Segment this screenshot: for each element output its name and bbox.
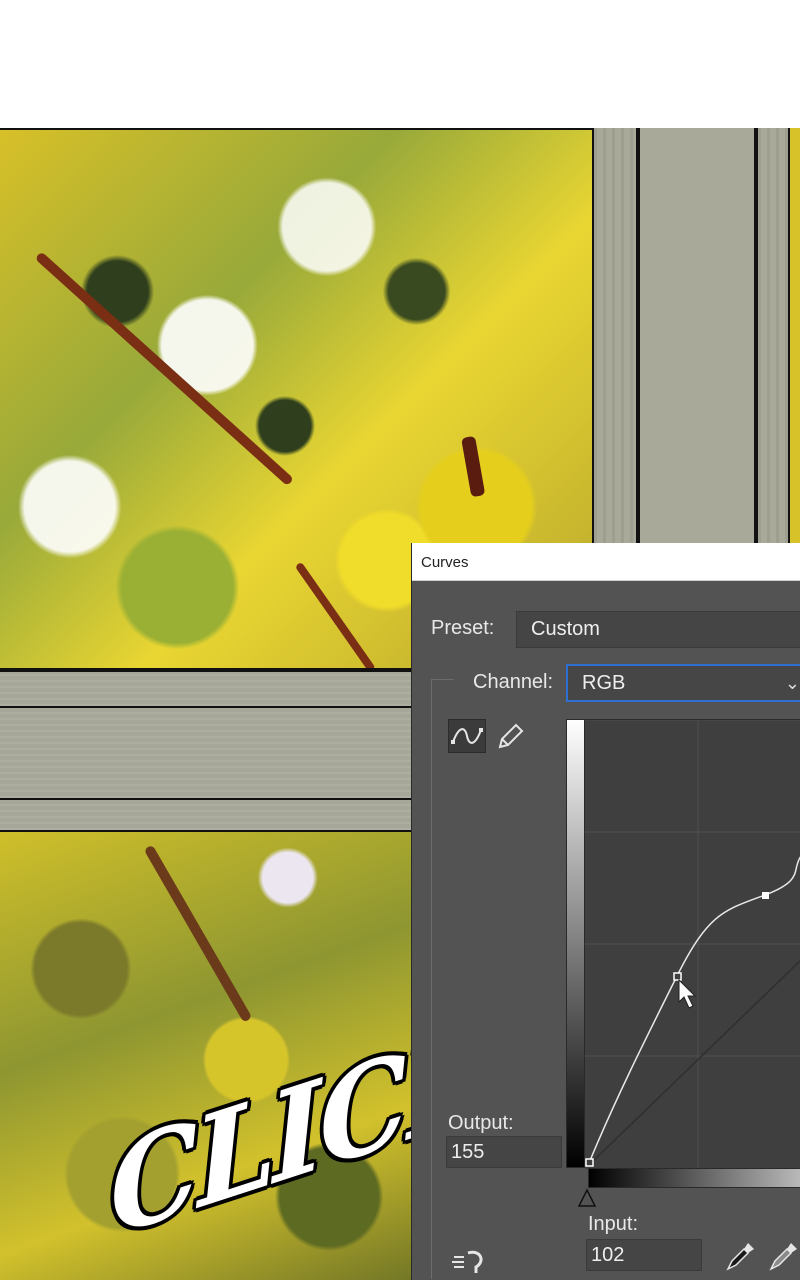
- preset-value: Custom: [531, 618, 600, 640]
- input-value: 102: [591, 1244, 625, 1266]
- tree-branch: [143, 844, 253, 1023]
- output-label: Output:: [448, 1112, 514, 1134]
- curve-edit-icon: [451, 728, 483, 744]
- gray-band: [0, 706, 412, 800]
- input-gradient-bar: [588, 1168, 800, 1188]
- input-label: Input:: [588, 1213, 639, 1235]
- channel-select[interactable]: RGB ⌄: [566, 664, 800, 702]
- chevron-down-icon: ⌄: [784, 673, 800, 693]
- preset-select[interactable]: Custom: [516, 611, 800, 648]
- gray-strip: [638, 128, 756, 548]
- curves-dialog: Curves Preset: Custom Channel: RGB ⌄ Out…: [411, 543, 800, 1280]
- curve-point-selected[interactable]: [673, 972, 682, 981]
- channel-value: RGB: [582, 672, 626, 694]
- tree-branch: [461, 435, 486, 498]
- tree-branch: [294, 561, 376, 668]
- foliage-edge: [788, 128, 800, 548]
- output-value: 155: [451, 1141, 485, 1163]
- group-border: [431, 679, 432, 1279]
- curve-point[interactable]: [585, 1158, 594, 1167]
- gray-band: [0, 670, 412, 708]
- eyedropper-black-icon[interactable]: [724, 1239, 756, 1273]
- input-field[interactable]: 102: [586, 1239, 702, 1271]
- black-point-slider-icon[interactable]: [576, 1188, 598, 1212]
- dialog-title: Curves: [421, 554, 469, 571]
- preset-label: Preset:: [431, 617, 495, 639]
- dialog-titlebar[interactable]: Curves: [412, 543, 800, 581]
- output-field[interactable]: 155: [446, 1136, 562, 1168]
- gray-strip: [756, 128, 790, 548]
- mouse-cursor-icon: [678, 978, 697, 1009]
- output-gradient-bar: [566, 719, 585, 1168]
- curve-graph[interactable]: [585, 719, 800, 1169]
- group-border: [431, 679, 454, 680]
- curve-line[interactable]: [588, 856, 800, 1164]
- curve-plot[interactable]: [585, 720, 800, 1169]
- pencil-icon: [498, 723, 524, 749]
- eyedropper-gray-icon[interactable]: [767, 1239, 799, 1273]
- channel-label: Channel:: [473, 671, 554, 693]
- curve-edit-tool[interactable]: [448, 719, 486, 753]
- auto-icon[interactable]: [450, 1247, 490, 1277]
- curve-point[interactable]: [762, 892, 769, 899]
- tree-branch: [34, 251, 295, 487]
- pencil-tool[interactable]: [492, 719, 530, 753]
- gray-band: [0, 798, 412, 832]
- gray-strip: [592, 128, 638, 548]
